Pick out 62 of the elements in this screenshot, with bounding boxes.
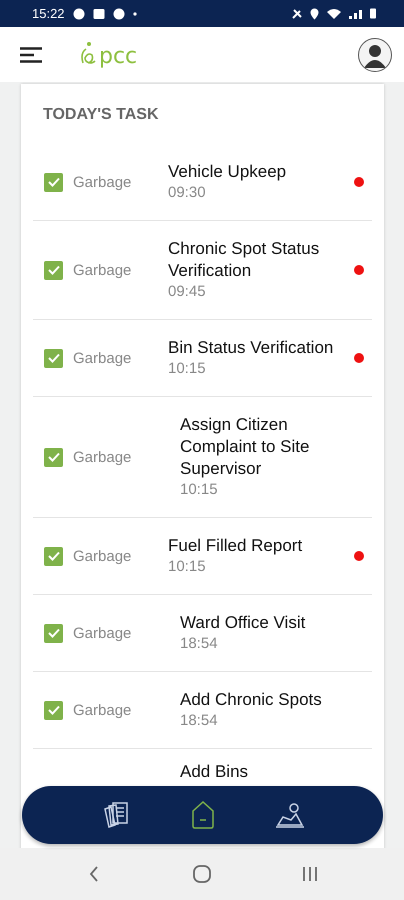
task-title: Fuel Filled Report	[168, 535, 304, 557]
task-time: 10:15	[168, 359, 207, 379]
battery-icon	[370, 8, 376, 19]
menu-icon	[20, 46, 42, 62]
task-category: Garbage	[73, 350, 132, 366]
task-time: 10:15	[180, 480, 219, 500]
image-icon	[92, 8, 105, 20]
task-title: Assign Citizen Complaint to Site Supervisor	[180, 414, 310, 480]
task-time: 18:54	[180, 711, 219, 731]
task-category: Garbage	[73, 448, 132, 466]
task-row[interactable]: Garbage Bin Status Verification 10:15	[33, 320, 372, 397]
task-category: Garbage	[73, 702, 132, 718]
task-time: 18:54	[180, 634, 219, 654]
task-category: Garbage	[73, 624, 132, 642]
home-icon	[190, 800, 214, 830]
task-category: Garbage	[73, 174, 132, 190]
checkbox[interactable]	[44, 260, 63, 280]
checkmark-icon	[48, 628, 60, 638]
more-notifications-icon	[132, 12, 137, 16]
checkmark-icon	[48, 551, 60, 561]
task-category: Garbage	[73, 262, 132, 278]
checkbox[interactable]	[44, 448, 63, 466]
task-title: Ward Office Visit	[180, 612, 306, 634]
logo-text: pcc	[99, 44, 138, 68]
task-row[interactable]: Garbage Assign Citizen Complaint to Site Supervisor 10:15	[33, 397, 372, 518]
wifi-icon	[327, 8, 341, 18]
documents-icon	[102, 801, 130, 829]
checkmark-icon	[48, 177, 60, 187]
signal-icon	[349, 8, 362, 18]
back-icon	[89, 866, 99, 882]
checkmark-icon	[48, 705, 60, 715]
task-row[interactable]: Garbage Chronic Spot Status Verification 09:45	[33, 221, 372, 320]
profile-avatar[interactable]	[358, 38, 392, 72]
app-notification-icon	[112, 8, 125, 20]
task-row[interactable]: Garbage Add Chronic Spots 18:54	[33, 672, 372, 749]
checkmark-icon	[48, 353, 60, 363]
checkbox[interactable]	[44, 624, 63, 642]
checkbox[interactable]	[44, 348, 63, 368]
checkmark-icon	[48, 265, 60, 275]
task-title: Add Chronic Spots	[180, 689, 323, 711]
checkmark-icon	[48, 452, 60, 462]
task-title: Bin Status Verification	[168, 337, 334, 359]
checkbox[interactable]	[44, 172, 63, 192]
task-category: Garbage	[73, 548, 132, 564]
status-time: 15:22	[32, 6, 65, 21]
person-reading-icon	[274, 801, 304, 829]
section-title: TODAY'S TASK	[42, 105, 160, 125]
task-row[interactable]: Garbage Ward Office Visit 18:54	[33, 595, 372, 672]
mute-icon	[292, 8, 302, 18]
task-row[interactable]: Garbage Vehicle Upkeep 09:30	[33, 144, 372, 221]
recents-icon	[302, 866, 318, 882]
app-notification-icon	[72, 8, 85, 20]
task-title: Chronic Spot Status Verification	[168, 238, 320, 282]
task-time: 10:15	[168, 557, 207, 577]
checkbox[interactable]	[44, 700, 63, 720]
task-row[interactable]: Garbage Fuel Filled Report 10:15	[33, 518, 372, 595]
task-title: Vehicle Upkeep	[168, 161, 288, 183]
task-title: Add Bins	[180, 761, 250, 783]
checkbox[interactable]	[44, 546, 63, 566]
location-icon	[310, 8, 319, 20]
task-time: 09:30	[168, 183, 207, 203]
task-time: 09:45	[168, 282, 207, 302]
